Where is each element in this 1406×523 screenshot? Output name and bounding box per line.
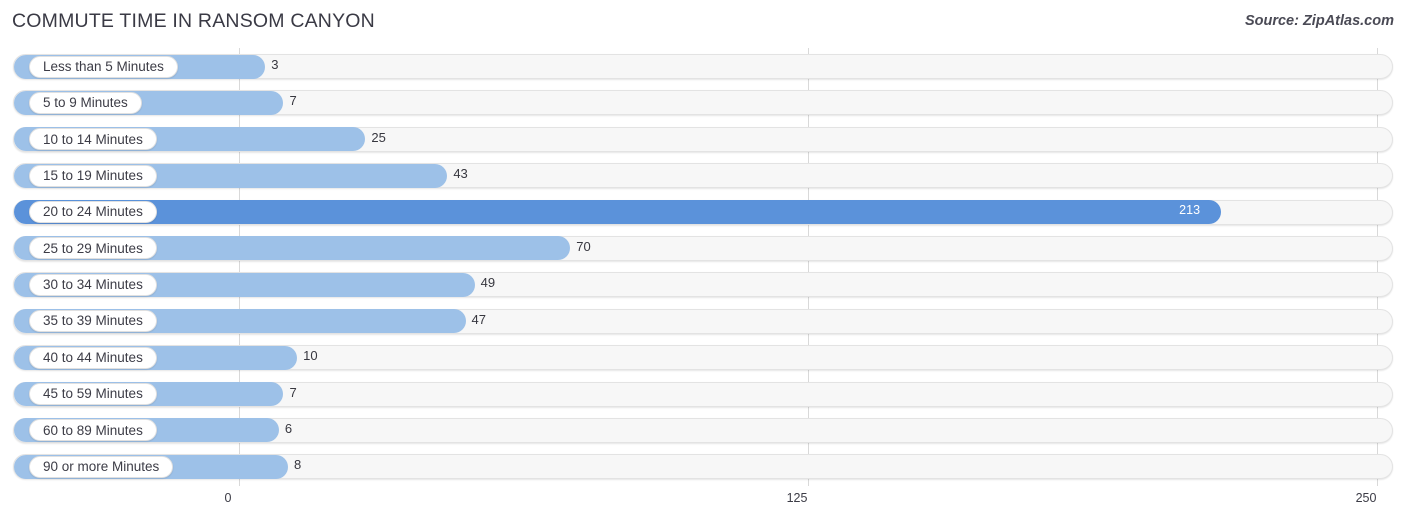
x-axis: 0 125 250 [0,486,1406,523]
bar-value-label: 47 [471,311,486,327]
category-label-pill: 15 to 19 Minutes [29,164,157,187]
category-label: 45 to 59 Minutes [43,386,143,402]
chart-row: 30 to 34 Minutes 49 [0,266,1406,302]
chart-row: 25 to 29 Minutes 70 [0,230,1406,266]
bar[interactable] [14,200,1222,225]
category-label-pill: 90 or more Minutes [29,455,174,478]
category-label-pill: 10 to 14 Minutes [29,128,157,151]
chart-row: 40 to 44 Minutes 10 [0,339,1406,375]
category-label: 20 to 24 Minutes [43,204,143,220]
bar-value-label: 8 [294,457,302,473]
chart-container: COMMUTE TIME IN RANSOM CANYON Source: Zi… [0,0,1406,523]
category-label-pill: 30 to 34 Minutes [29,273,157,296]
chart-row: 5 to 9 Minutes 7 [0,84,1406,120]
category-label-pill: 40 to 44 Minutes [29,346,157,369]
chart-row: 45 to 59 Minutes 7 [0,376,1406,412]
category-label: 40 to 44 Minutes [43,349,143,365]
bar-value-label: 3 [271,57,279,72]
category-label: Less than 5 Minutes [43,58,164,74]
chart-row: 35 to 39 Minutes 47 [0,303,1406,339]
category-label-pill: Less than 5 Minutes [29,55,178,78]
chart-row: 20 to 24 Minutes 213 [0,194,1406,230]
bar-value-label: 10 [303,348,318,364]
category-label: 15 to 19 Minutes [43,167,143,183]
bar-value-label: 25 [371,129,386,145]
source-attribution: Source: ZipAtlas.com [1244,13,1394,29]
bar-value-label: 7 [289,93,297,109]
bar-value-label: 49 [480,275,496,291]
category-label-pill: 35 to 39 Minutes [29,310,157,333]
category-label: 25 to 29 Minutes [43,240,143,256]
bar-value-label: 6 [284,420,293,436]
axis-tick-label: 250 [1355,491,1377,505]
bar-value-label: 43 [453,166,468,182]
category-label-pill: 60 to 89 Minutes [29,419,157,442]
page-title: COMMUTE TIME IN RANSOM CANYON [12,10,375,32]
bar-value-label: 213 [1179,202,1201,217]
bar-value-label: 7 [289,384,297,400]
chart-row: 10 to 14 Minutes 25 [0,121,1406,157]
category-label: 10 to 14 Minutes [43,131,143,147]
category-label-pill: 20 to 24 Minutes [29,201,157,224]
category-label-pill: 25 to 29 Minutes [29,237,157,260]
chart-row: Less than 5 Minutes 3 [0,48,1406,84]
category-label: 60 to 89 Minutes [43,422,143,438]
category-label-pill: 45 to 59 Minutes [29,383,157,406]
category-label-pill: 5 to 9 Minutes [29,91,142,114]
chart-row: 15 to 19 Minutes 43 [0,157,1406,193]
chart-row: 90 or more Minutes 8 [0,448,1406,484]
chart-row: 60 to 89 Minutes 6 [0,412,1406,448]
plot-area: Less than 5 Minutes 3 5 to 9 Minutes 7 10 to… [0,48,1406,486]
category-label: 90 or more Minutes [43,459,160,475]
bar-rows: Less than 5 Minutes 3 5 to 9 Minutes 7 10 to… [0,48,1406,485]
category-label: 30 to 34 Minutes [43,277,143,293]
bar-value-label: 70 [576,238,591,254]
axis-tick-label: 0 [224,491,232,505]
axis-tick-label: 125 [786,491,808,505]
category-label: 5 to 9 Minutes [43,95,128,111]
category-label: 35 to 39 Minutes [43,313,143,329]
